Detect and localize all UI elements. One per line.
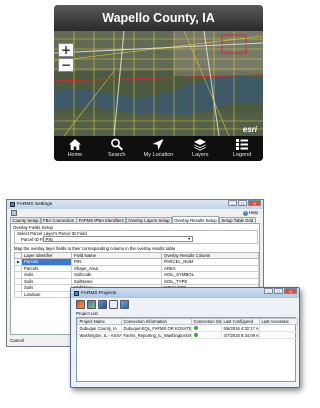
row-marker (14, 290, 22, 298)
map-title: Wapello County, IA (54, 5, 263, 31)
map-fields-instructions: Map the overlay layer fields to their co… (14, 246, 176, 251)
settings-toolbar-icon[interactable] (11, 210, 17, 216)
cell-last-accessed[interactable] (259, 324, 298, 332)
cancel-button[interactable]: Cancel (10, 338, 24, 343)
status-ok-icon (193, 332, 198, 337)
settings-project-icon[interactable] (120, 300, 129, 309)
zoom-out-button[interactable]: − (58, 58, 74, 72)
cell-project-name[interactable]: Washington, IL - ASSAYED (77, 331, 122, 339)
parcel-id-field-value: PIN (45, 237, 53, 242)
projects-minimize-button[interactable]: – (264, 288, 273, 294)
cell-connection-status (191, 324, 222, 332)
bottom-nav-bar: Home Search My Location Layers Legend (54, 136, 263, 161)
new-project-icon[interactable] (76, 300, 85, 309)
map-view[interactable]: + − esri (54, 31, 263, 136)
projects-close-button[interactable]: ✕ (284, 288, 297, 294)
nav-layers-label: Layers (192, 152, 209, 158)
legend-icon (236, 139, 249, 150)
delete-project-icon[interactable] (109, 300, 118, 309)
layers-icon (194, 139, 207, 151)
nav-location-label: My Location (143, 152, 174, 158)
search-icon (110, 138, 123, 151)
nav-location-button[interactable]: My Location (138, 136, 180, 161)
mobile-map-app: Wapello County, IA + − esri Home Search … (54, 5, 263, 161)
esri-logo: esri (242, 125, 257, 134)
app-icon (10, 202, 15, 207)
settings-title: FARMS Settings (17, 202, 53, 207)
help-button[interactable]: ? Help (242, 210, 258, 216)
projects-list: Project Name Connection Information Conn… (76, 317, 298, 382)
chevron-down-icon: ▼ (187, 237, 191, 241)
nav-search-label: Search (107, 152, 126, 158)
aerial-map[interactable] (54, 31, 263, 136)
projects-window-controls: – □ ✕ (263, 288, 297, 294)
projects-maximize-button[interactable]: □ (274, 288, 283, 294)
help-label: Help (248, 210, 258, 215)
nav-legend-label: Legend (232, 152, 252, 158)
projects-toolbar (76, 300, 131, 309)
nav-legend-button[interactable]: Legend (221, 136, 263, 161)
edit-project-icon[interactable] (98, 300, 107, 309)
cell-project-name[interactable]: Dubuque County, IA (77, 324, 122, 332)
projects-table: Project Name Connection Information Conn… (77, 318, 298, 339)
home-icon (68, 139, 81, 150)
nav-layers-button[interactable]: Layers (179, 136, 221, 161)
location-icon (152, 139, 164, 150)
cell-layer[interactable]: Landuse (21, 290, 72, 298)
cell-last-accessed[interactable] (259, 331, 298, 339)
open-project-icon[interactable] (87, 300, 96, 309)
col-header-connection-status[interactable]: Connection Status (191, 318, 222, 325)
projects-title: FARMS Projects (81, 290, 117, 296)
nav-search-button[interactable]: Search (96, 136, 138, 161)
settings-title-bar[interactable]: FARMS Settings (7, 200, 263, 209)
cell-last-configured[interactable]: 5/6/2016 4:32:17 AM (221, 324, 260, 332)
cell-connection-info[interactable]: Dubuque\SQL_FAFMS OR KOSATE (121, 324, 192, 332)
help-icon: ? (242, 211, 248, 216)
nav-home-label: Home (67, 152, 83, 158)
close-button[interactable]: ✕ (248, 200, 261, 206)
zoom-in-button[interactable]: + (58, 43, 74, 57)
parcel-id-field-select[interactable]: PIN ▼ (43, 236, 193, 242)
tab-overlay-results-setup[interactable]: Overlay Results Setup (171, 216, 220, 223)
cell-connection-status (191, 331, 222, 339)
status-ok-icon (193, 325, 198, 330)
table-row[interactable]: Dubuque County, IA Dubuque\SQL_FAFMS OR … (77, 324, 298, 332)
settings-window-controls: – □ ✕ (227, 200, 261, 206)
maximize-button[interactable]: □ (238, 200, 247, 206)
project-list-label: Project List (76, 311, 98, 316)
cell-last-configured[interactable]: 4/7/2016 8:34:09 AM (221, 331, 260, 339)
nav-home-button[interactable]: Home (54, 136, 96, 161)
projects-app-icon (74, 290, 79, 296)
projects-window: FARMS Projects – □ ✕ Project List Projec… (70, 287, 300, 388)
cell-connection-info[interactable]: Farms_Reporting_IL_Washington\SH... (121, 331, 192, 339)
table-row[interactable]: Washington, IL - ASSAYED Farms_Reporting… (77, 331, 298, 339)
minimize-button[interactable]: – (228, 200, 237, 206)
parcel-id-group: Select Parcel Layer's Parcel ID Field Pa… (14, 230, 258, 244)
